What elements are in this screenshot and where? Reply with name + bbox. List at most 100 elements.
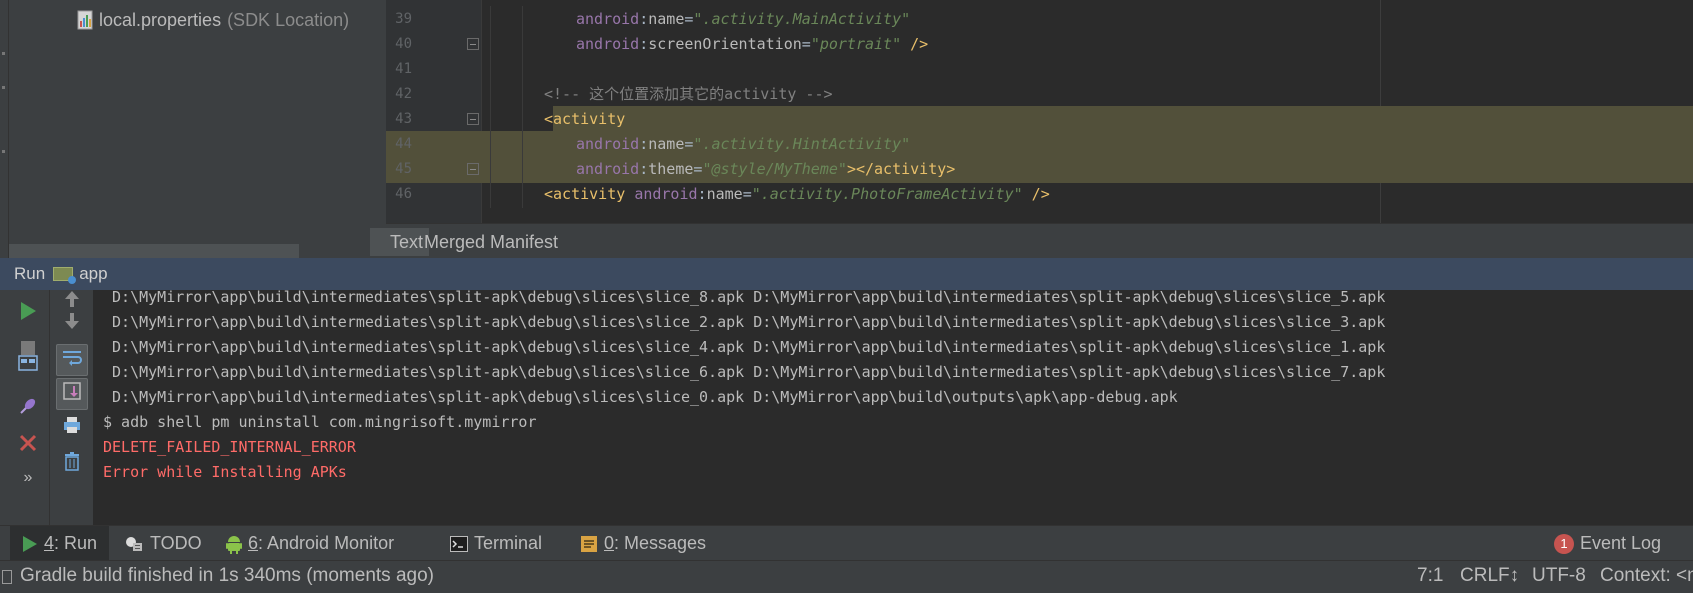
code-text: <activity android:name=".activity.PhotoF… (544, 181, 1050, 208)
indent-guide (522, 56, 523, 83)
indent-guide (490, 131, 491, 158)
fold-marker-icon[interactable] (467, 113, 479, 125)
project-panel: local.properties (SDK Location) (9, 0, 386, 258)
android-icon (226, 534, 242, 554)
indent-guide (490, 6, 491, 33)
rerun-button[interactable] (12, 298, 44, 330)
tool-tab-run-key: 4 (44, 533, 55, 553)
line-number: 40 (395, 36, 412, 52)
run-toolbar-primary: » (0, 290, 50, 525)
status-message[interactable]: Gradle build finished in 1s 340ms (momen… (20, 565, 434, 587)
code-token: /> (1022, 185, 1050, 203)
code-token: <activity (544, 110, 626, 128)
code-text: android:name=".activity.HintActivity" (576, 131, 910, 158)
tool-tab-messages[interactable]: 0: Messages (568, 526, 718, 561)
close-icon (19, 434, 37, 458)
event-log-count-badge: 1 (1554, 533, 1574, 554)
project-tree-item-local-properties[interactable]: local.properties (SDK Location) (77, 8, 349, 32)
tool-tab-messages-key: 0 (604, 533, 615, 553)
tool-tab-todo-label: TODO (150, 533, 202, 553)
code-token: : (697, 185, 707, 203)
console-line: $ adb shell pm uninstall com.mingrisoft.… (103, 413, 537, 431)
indent-guide (490, 106, 491, 133)
scroll-to-end-toggle[interactable] (56, 378, 88, 410)
line-number: 43 (395, 111, 412, 127)
indent-guide (490, 156, 491, 183)
todo-icon (124, 535, 144, 553)
tool-window-bar: 4: Run TODO 6: Android Monitor Terminal … (0, 525, 1693, 561)
code-editor[interactable]: 39 android:name=".activity.MainActivity" 4… (386, 0, 1693, 223)
clear-all-button[interactable] (56, 448, 88, 480)
arrow-down-icon (64, 312, 80, 336)
layout-icon (18, 354, 38, 378)
line-separator-selector[interactable]: CRLF↕ (1460, 565, 1519, 587)
pin-icon (18, 396, 38, 422)
tab-merged-manifest[interactable]: Merged Manifest (418, 228, 564, 256)
left-tool-strip (0, 0, 9, 258)
soft-wrap-toggle[interactable] (56, 344, 88, 376)
code-line[interactable]: 40 android:screenOrientation="portrait" /… (386, 31, 1693, 58)
tool-tab-android-monitor-label: : Android Monitor (258, 533, 395, 553)
strip-marker (2, 150, 5, 153)
more-actions-button[interactable]: » (12, 462, 44, 494)
strip-marker (2, 86, 5, 89)
code-token: android (576, 135, 640, 153)
tool-tab-messages-label: : Messages (614, 533, 707, 553)
indent-guide (522, 131, 523, 158)
tool-tab-terminal-label: Terminal (474, 533, 543, 553)
tool-tab-run[interactable]: 4: Run (10, 526, 110, 561)
code-token: android (576, 10, 640, 28)
console-line: D:\MyMirror\app\build\intermediates\spli… (103, 313, 1386, 331)
pin-button[interactable] (12, 393, 44, 425)
code-token: ".activity.MainActivity" (693, 10, 911, 28)
horizontal-scrollbar[interactable] (9, 244, 299, 258)
code-text: android:name=".activity.MainActivity" (576, 6, 910, 33)
code-token: = (801, 35, 811, 53)
tool-tab-event-log[interactable]: 1 Event Log (1542, 526, 1673, 561)
code-token: <!-- 这个位置添加其它的activity --> (544, 85, 833, 103)
status-bar: Gradle build finished in 1s 340ms (momen… (0, 560, 1693, 593)
status-toggle-icon[interactable] (2, 570, 12, 584)
print-button[interactable] (56, 412, 88, 444)
fold-marker-icon[interactable] (467, 38, 479, 50)
code-line[interactable]: 46 <activity android:name=".activity.Phot… (386, 181, 1693, 208)
indent-guide (522, 156, 523, 183)
indent-guide (522, 106, 523, 133)
code-line[interactable]: 43 <activity (386, 106, 1693, 133)
code-line[interactable]: 42 <!-- 这个位置添加其它的activity --> (386, 81, 1693, 108)
code-line[interactable]: 44 android:name=".activity.HintActivity" (386, 131, 1693, 158)
code-token: <activity (544, 185, 635, 203)
tool-tab-android-monitor-key: 6 (248, 533, 259, 553)
file-encoding-selector[interactable]: UTF-8 (1532, 565, 1586, 587)
fold-marker-icon[interactable] (467, 163, 479, 175)
code-line[interactable]: 39 android:name=".activity.MainActivity" (386, 6, 1693, 33)
code-line[interactable]: 41 (386, 56, 1693, 83)
code-token: ".activity.PhotoFrameActivity" (751, 185, 1023, 203)
editor-bottom-tabs: Text Merged Manifest (370, 223, 1693, 258)
tool-tab-terminal[interactable]: Terminal (438, 526, 554, 561)
indent-guide (522, 6, 523, 33)
run-config-name[interactable]: app (79, 264, 107, 284)
code-token: theme (648, 160, 694, 178)
code-token: android (634, 185, 698, 203)
caret-position[interactable]: 7:1 (1417, 565, 1443, 587)
run-console-output[interactable]: D:\MyMirror\app\build\intermediates\spli… (95, 290, 1693, 525)
run-panel-header: Run app (0, 258, 1693, 290)
layout-button[interactable] (12, 350, 44, 382)
run-toolbar-secondary (50, 290, 94, 525)
indent-guide (490, 81, 491, 108)
context-selector[interactable]: Context: <n (1600, 565, 1693, 587)
close-button[interactable] (12, 430, 44, 462)
indent-guide (490, 56, 491, 83)
code-line[interactable]: 45 android:theme="@style/MyTheme"></activ… (386, 156, 1693, 183)
code-token: android (576, 160, 640, 178)
code-token: name (648, 10, 685, 28)
tool-tab-todo[interactable]: TODO (112, 526, 214, 561)
scroll-down-button[interactable] (56, 308, 88, 340)
run-icon (22, 535, 38, 553)
code-token: : (639, 160, 649, 178)
properties-file-icon (77, 10, 93, 30)
tool-tab-android-monitor[interactable]: 6: Android Monitor (214, 526, 406, 561)
double-chevron-icon: » (23, 469, 33, 486)
tool-tab-run-label: : Run (54, 533, 98, 553)
